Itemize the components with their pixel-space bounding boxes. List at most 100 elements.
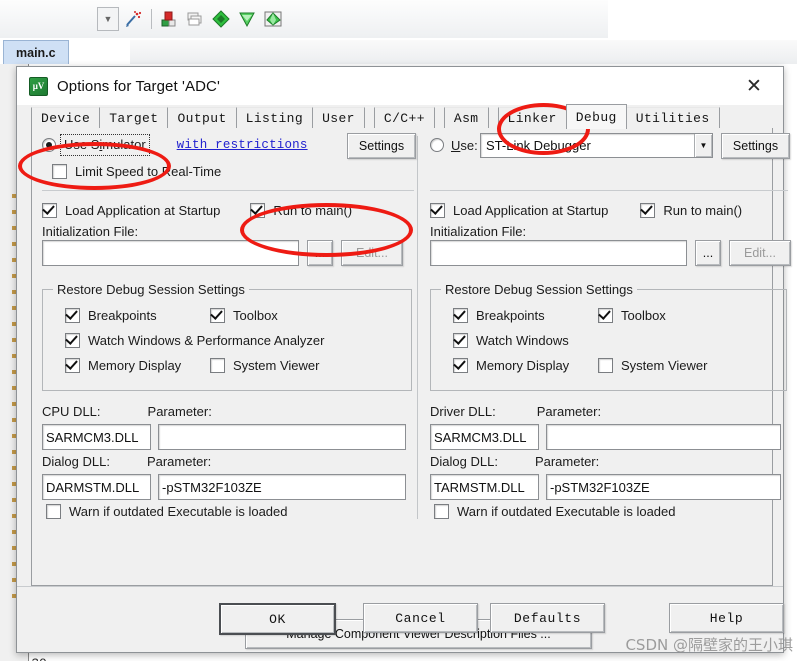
right-memory-display-row[interactable]: Memory Display (453, 358, 569, 373)
help-button[interactable]: Help (669, 603, 784, 633)
left-run-to-main-label: Run to main() (273, 202, 353, 218)
right-init-file-input[interactable] (430, 240, 687, 266)
left-warn-outdated-row[interactable]: Warn if outdated Executable is loaded (42, 504, 288, 519)
green-diamond-icon[interactable] (208, 6, 234, 32)
right-system-viewer-row[interactable]: System Viewer (598, 358, 707, 373)
target-options-icon[interactable] (156, 6, 182, 32)
left-dialog-dll-input[interactable]: DARMSTM.DLL (42, 474, 151, 500)
left-browse-button[interactable]: ... (307, 240, 333, 266)
close-icon[interactable]: ✕ (733, 71, 775, 101)
use-simulator-radio[interactable] (42, 138, 56, 152)
left-toolbox-checkbox[interactable] (210, 308, 225, 323)
right-browse-button[interactable]: ... (695, 240, 721, 266)
debugger-select[interactable]: ST-Link Debugger ▼ (480, 133, 713, 158)
ok-button[interactable]: OK (219, 603, 336, 635)
left-run-to-main-checkbox[interactable] (250, 202, 266, 218)
left-watch-windows-checkbox[interactable] (65, 333, 80, 348)
ide-toolbar: ▼ (0, 0, 608, 39)
right-breakpoints-label: Breakpoints (476, 308, 545, 323)
with-restrictions-link[interactable]: with restrictions (177, 138, 308, 152)
build-wizard-icon[interactable] (121, 6, 147, 32)
simulator-settings-button[interactable]: Settings (347, 133, 416, 159)
right-dialog-dll-input[interactable]: TARMSTM.DLL (430, 474, 539, 500)
use-simulator-row[interactable]: Use Simulator with restrictions Settings (42, 133, 416, 159)
right-load-application-checkbox[interactable] (430, 202, 445, 218)
right-watch-windows-row[interactable]: Watch Windows (453, 333, 569, 348)
left-memory-display-row[interactable]: Memory Display (65, 358, 181, 373)
left-breakpoints-checkbox[interactable] (65, 308, 80, 323)
green-funnel-icon[interactable] (234, 6, 260, 32)
cpu-parameter-input[interactable] (158, 424, 406, 450)
driver-dll-labels-row: Driver DLL: Parameter: (430, 404, 601, 419)
tab-linker[interactable]: Linker (497, 107, 567, 129)
left-watch-windows-row[interactable]: Watch Windows & Performance Analyzer (65, 333, 325, 348)
green-package-icon[interactable] (260, 6, 286, 32)
driver-parameter-input[interactable] (546, 424, 781, 450)
toolbar-separator (151, 9, 152, 29)
left-load-app-row[interactable]: Load Application at Startup Run to main(… (42, 199, 414, 221)
editor-tab-main-c[interactable]: main.c (3, 40, 69, 65)
right-dialog-parameter-label: Parameter: (534, 454, 600, 469)
right-warn-outdated-label: Warn if outdated Executable is loaded (457, 504, 676, 519)
dialog-titlebar: μV Options for Target 'ADC' ✕ (17, 67, 783, 105)
right-warn-outdated-row[interactable]: Warn if outdated Executable is loaded (430, 504, 676, 519)
left-system-viewer-checkbox[interactable] (210, 358, 225, 373)
use-debugger-label: Use: (451, 137, 478, 153)
left-toolbox-label: Toolbox (233, 308, 278, 323)
tab-listing[interactable]: Listing (235, 107, 314, 129)
right-load-application-label: Load Application at Startup (453, 202, 609, 218)
cpu-dll-input[interactable]: SARMCM3.DLL (42, 424, 151, 450)
chevron-down-icon[interactable]: ▼ (694, 134, 712, 157)
cancel-button[interactable]: Cancel (363, 603, 478, 633)
right-memory-display-label: Memory Display (476, 358, 570, 373)
right-breakpoints-row[interactable]: Breakpoints (453, 308, 545, 323)
tab-utilities[interactable]: Utilities (625, 107, 720, 129)
right-warn-outdated-checkbox[interactable] (434, 504, 449, 519)
right-run-to-main-checkbox[interactable] (640, 202, 656, 218)
right-breakpoints-checkbox[interactable] (453, 308, 468, 323)
dropdown-chevron-icon[interactable]: ▼ (95, 6, 121, 32)
left-init-file-input[interactable] (42, 240, 299, 266)
tab-label: Debug (575, 109, 617, 125)
left-load-application-checkbox[interactable] (42, 202, 57, 218)
left-separator (42, 190, 414, 191)
tab-user[interactable]: User (312, 107, 365, 129)
use-debugger-row[interactable]: Use: ST-Link Debugger ▼ Settings (430, 133, 797, 159)
panel-divider (417, 136, 418, 519)
left-system-viewer-row[interactable]: System Viewer (210, 358, 319, 373)
left-toolbox-row[interactable]: Toolbox (210, 308, 278, 323)
driver-dll-label: Driver DLL: (430, 404, 496, 419)
tab-debug[interactable]: Debug (565, 104, 627, 129)
left-memory-display-label: Memory Display (88, 358, 182, 373)
left-breakpoints-row[interactable]: Breakpoints (65, 308, 157, 323)
right-dialog-parameter-input[interactable]: -pSTM32F103ZE (546, 474, 781, 500)
tab-output[interactable]: Output (167, 107, 237, 129)
left-restore-session-title: Restore Debug Session Settings (53, 282, 249, 297)
tab-device[interactable]: Device (31, 107, 101, 129)
left-memory-display-checkbox[interactable] (65, 358, 80, 373)
left-warn-outdated-label: Warn if outdated Executable is loaded (69, 504, 288, 519)
limit-speed-row[interactable]: Limit Speed to Real-Time (42, 159, 414, 183)
cpu-dll-labels-row: CPU DLL: Parameter: (42, 404, 212, 419)
defaults-button[interactable]: Defaults (490, 603, 605, 633)
property-tabs: Device Target Output Listing User C/C++ … (31, 104, 773, 129)
right-watch-windows-checkbox[interactable] (453, 333, 468, 348)
left-warn-outdated-checkbox[interactable] (46, 504, 61, 519)
left-dialog-parameter-input[interactable]: -pSTM32F103ZE (158, 474, 406, 500)
tab-asm[interactable]: Asm (443, 107, 489, 129)
use-debugger-radio[interactable] (430, 138, 444, 152)
windows-icon[interactable] (182, 6, 208, 32)
debug-panel: Use Simulator with restrictions Settings… (31, 128, 791, 649)
right-memory-display-checkbox[interactable] (453, 358, 468, 373)
right-toolbox-checkbox[interactable] (598, 308, 613, 323)
debugger-settings-button[interactable]: Settings (721, 133, 790, 159)
right-load-app-row[interactable]: Load Application at Startup Run to main(… (430, 199, 797, 221)
right-system-viewer-checkbox[interactable] (598, 358, 613, 373)
driver-dll-input[interactable]: SARMCM3.DLL (430, 424, 539, 450)
limit-speed-checkbox[interactable] (52, 163, 67, 179)
tab-c-cpp[interactable]: C/C++ (373, 107, 435, 129)
left-init-file-label-row: Initialization File: (42, 221, 414, 241)
right-dialog-dll-label: Dialog DLL: (430, 454, 498, 469)
right-toolbox-row[interactable]: Toolbox (598, 308, 666, 323)
tab-target[interactable]: Target (99, 107, 169, 129)
